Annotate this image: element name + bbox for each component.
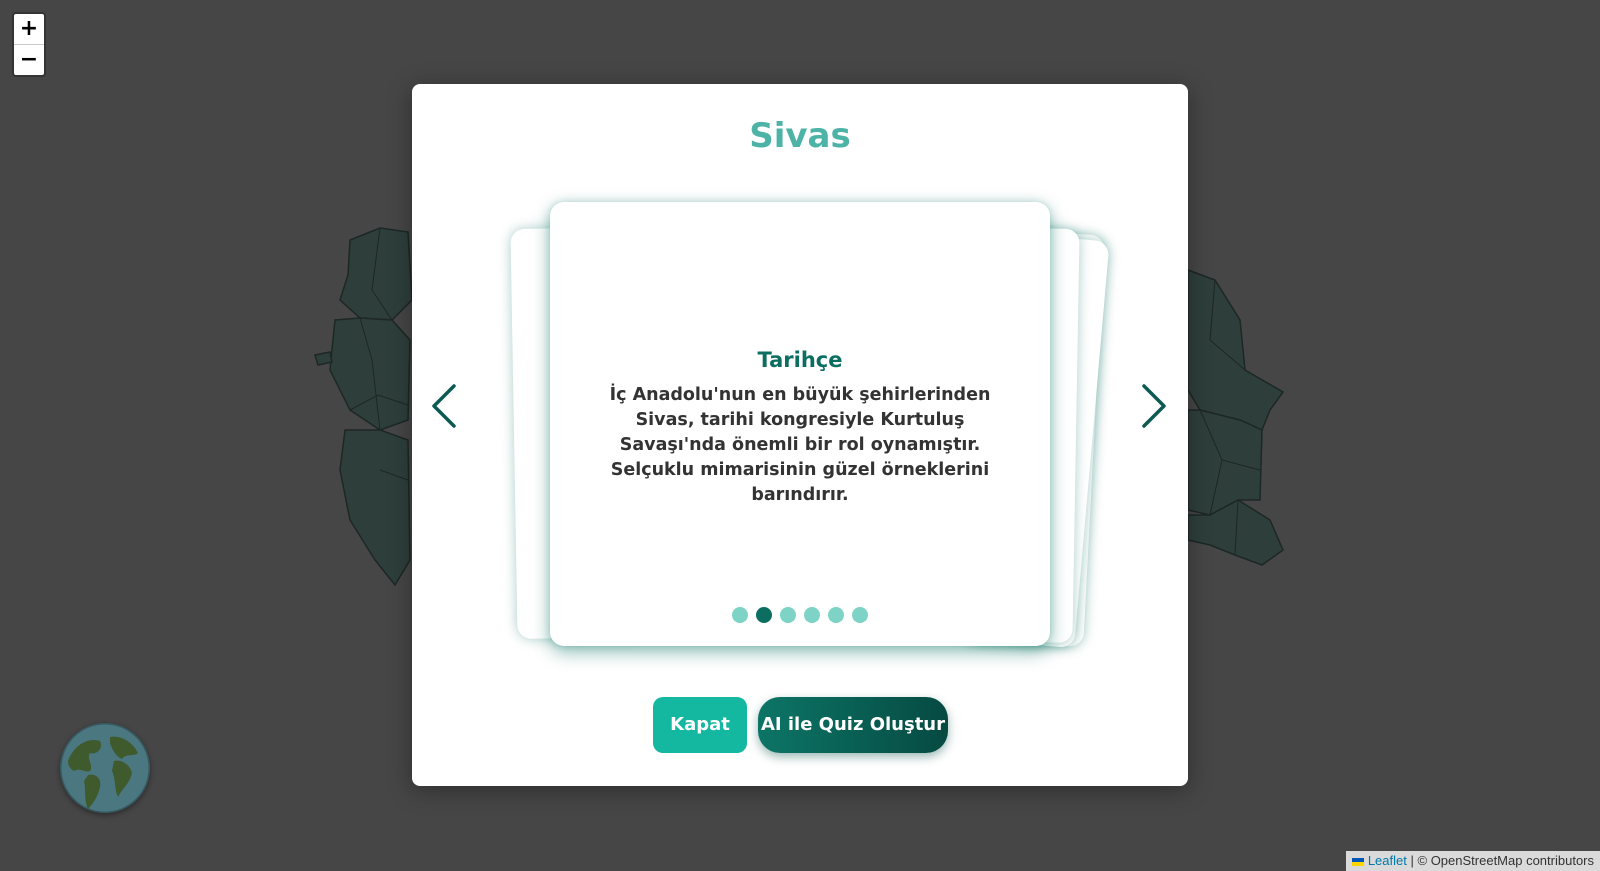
- osm-attribution-text: © OpenStreetMap contributors: [1417, 853, 1595, 868]
- pagination-dot-active[interactable]: [756, 607, 772, 623]
- card-heading: Tarihçe: [757, 348, 843, 372]
- attribution-separator: |: [1410, 853, 1414, 868]
- province-shape: [339, 227, 413, 321]
- pagination-dot[interactable]: [732, 607, 748, 623]
- province-shape: [339, 429, 411, 587]
- city-info-modal: Sivas Tarihçe İç Anadolu'nun en büyük şe…: [412, 84, 1188, 786]
- province-shape: [329, 317, 411, 431]
- province-shape: [314, 351, 333, 366]
- close-button[interactable]: Kapat: [653, 697, 747, 753]
- leaflet-link[interactable]: Leaflet: [1368, 853, 1407, 868]
- province-shape: [1187, 409, 1263, 516]
- pagination-dots: [550, 607, 1050, 623]
- zoom-out-button[interactable]: −: [14, 44, 44, 75]
- pagination-dot[interactable]: [780, 607, 796, 623]
- globe-icon[interactable]: [60, 723, 150, 813]
- ai-quiz-button[interactable]: AI ile Quiz Oluştur: [758, 697, 948, 753]
- province-shape: [1187, 268, 1285, 432]
- pagination-dot[interactable]: [852, 607, 868, 623]
- ukraine-flag-icon: [1351, 857, 1364, 866]
- pagination-dot[interactable]: [804, 607, 820, 623]
- pagination-dot[interactable]: [828, 607, 844, 623]
- map-attribution: Leaflet | © OpenStreetMap contributors: [1345, 851, 1600, 871]
- chevron-left-icon[interactable]: [424, 380, 464, 432]
- zoom-in-button[interactable]: +: [14, 14, 44, 44]
- modal-title: Sivas: [749, 116, 851, 156]
- card-body-text: İç Anadolu'nun en büyük şehirlerinden Si…: [609, 385, 991, 505]
- info-card: Tarihçe İç Anadolu'nun en büyük şehirler…: [550, 202, 1050, 646]
- chevron-right-icon[interactable]: [1134, 380, 1174, 432]
- zoom-control: + −: [12, 12, 46, 77]
